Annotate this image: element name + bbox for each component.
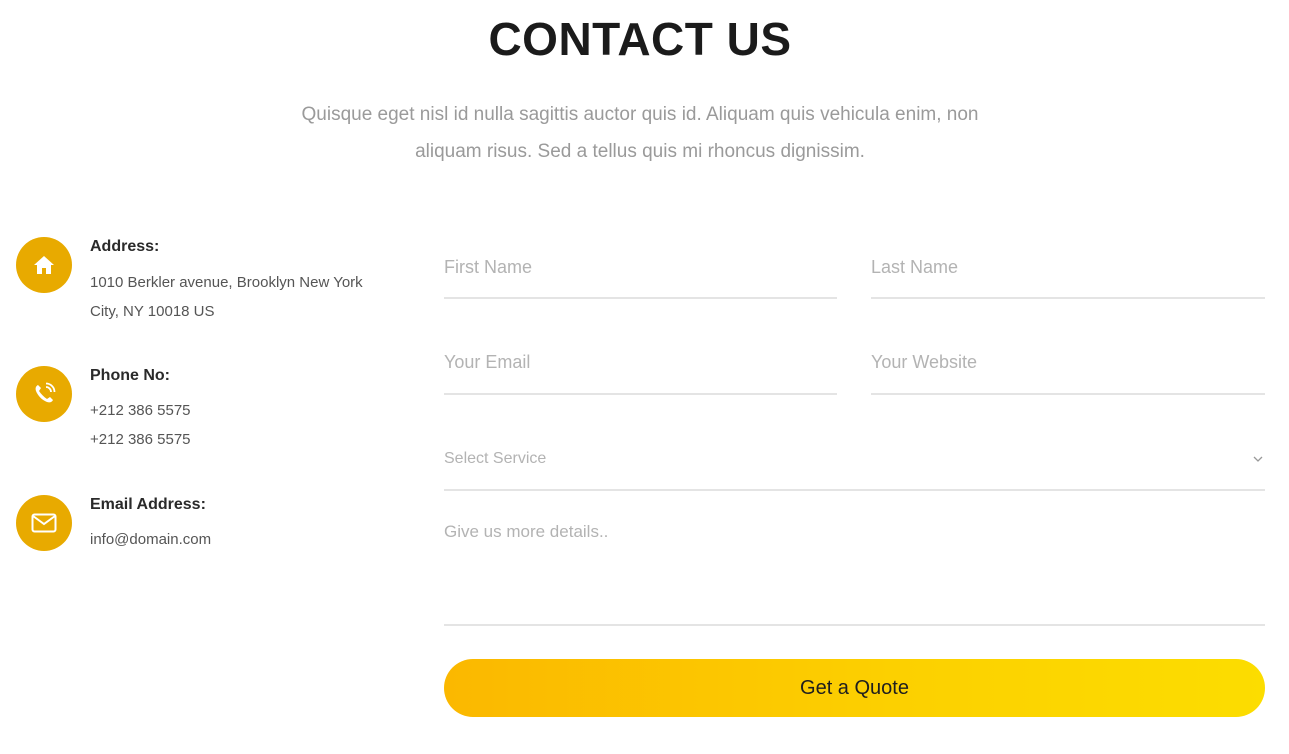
website-field-wrapper	[871, 345, 1265, 395]
section-subtitle: Quisque eget nisl id nulla sagittis auct…	[250, 96, 1030, 170]
last-name-field-wrapper	[871, 250, 1265, 299]
get-quote-button[interactable]: Get a Quote	[444, 659, 1265, 717]
service-select[interactable]: Select Service	[444, 444, 1265, 491]
website-input[interactable]	[871, 345, 1265, 379]
address-line-2: City, NY 10018 US	[90, 303, 215, 320]
page-title: CONTACT US	[488, 13, 792, 65]
phone-heading: Phone No:	[90, 367, 170, 384]
details-field-wrapper	[444, 522, 1265, 626]
envelope-icon	[16, 495, 72, 551]
email-line[interactable]: info@domain.com	[90, 531, 211, 548]
phone-line-1[interactable]: +212 386 5575	[90, 402, 191, 419]
last-name-input[interactable]	[871, 250, 1265, 284]
phone-line-2[interactable]: +212 386 5575	[90, 431, 191, 448]
subtitle-line-2: aliquam risus. Sed a tellus quis mi rhon…	[415, 141, 865, 162]
first-name-field-wrapper	[444, 250, 837, 299]
email-field-wrapper	[444, 345, 837, 395]
service-select-value: Select Service	[444, 450, 547, 467]
subtitle-line-1: Quisque eget nisl id nulla sagittis auct…	[301, 104, 979, 125]
first-name-input[interactable]	[444, 250, 837, 284]
home-icon	[16, 237, 72, 293]
email-heading: Email Address:	[90, 496, 206, 513]
address-line-1: 1010 Berkler avenue, Brooklyn New York	[90, 274, 363, 291]
details-textarea[interactable]	[444, 522, 1265, 618]
email-input[interactable]	[444, 345, 837, 379]
address-heading: Address:	[90, 238, 160, 255]
chevron-down-icon	[1253, 456, 1263, 462]
phone-icon	[16, 366, 72, 422]
